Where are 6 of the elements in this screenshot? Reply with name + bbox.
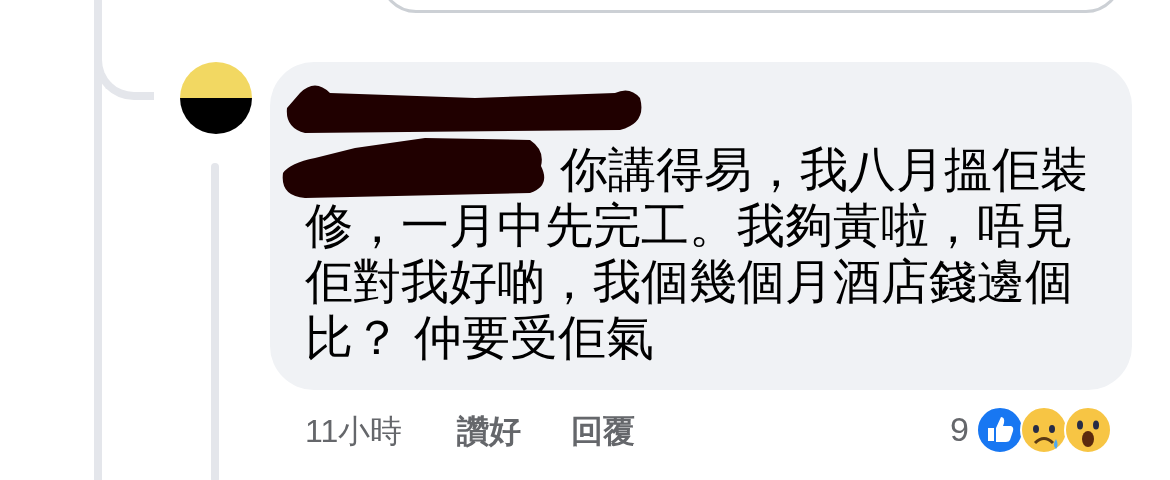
comment-action-link[interactable]: 讚好 — [457, 407, 522, 455]
comment-action-link[interactable]: 回覆 — [571, 407, 636, 455]
comment-text: 你講得易，我八月搵佢裝修，一月中先完工。我夠黃啦，唔見佢對我好啲，我個幾個月酒店錢邊個比？ 仲要受佢氣 — [305, 142, 1089, 366]
avatar — [180, 62, 252, 134]
reaction-count[interactable]: 9 — [950, 404, 969, 455]
timestamp: 11小時 — [305, 412, 403, 451]
